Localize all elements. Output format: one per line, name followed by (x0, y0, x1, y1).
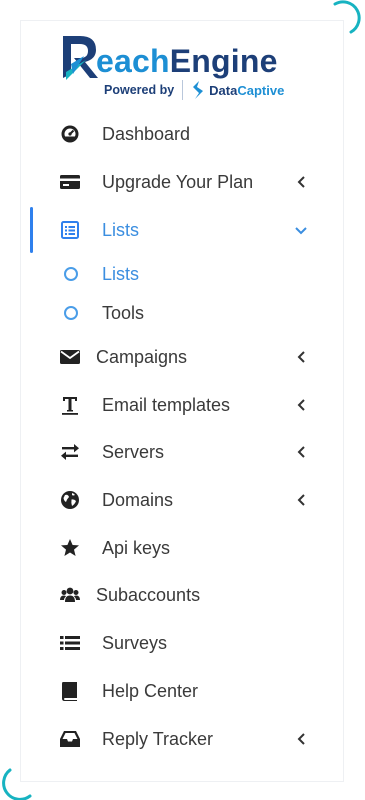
list-icon (60, 633, 80, 653)
chevron-left-icon (297, 399, 305, 411)
users-icon (60, 585, 80, 605)
book-icon (60, 681, 80, 701)
exchange-icon (60, 442, 80, 462)
text-format-icon (60, 395, 80, 415)
reachengine-r-icon (63, 36, 98, 80)
sidebar-item-label: Api keys (102, 537, 171, 558)
circle-icon (64, 306, 78, 320)
sidebar-item-dashboard[interactable]: Dashboard (60, 114, 316, 154)
submenu-item-label: Tools (102, 302, 145, 323)
chevron-left-icon (297, 446, 305, 458)
logo-text-each: each (96, 43, 170, 79)
envelope-icon (60, 347, 80, 367)
app-logo[interactable]: eachEngine Powered by DataCaptive (60, 34, 300, 104)
sidebar-item-label: Email templates (102, 394, 231, 415)
submenu-item-label: Lists (102, 263, 140, 284)
sidebar-item-surveys[interactable]: Surveys (60, 623, 316, 663)
chevron-left-icon (297, 733, 305, 745)
chevron-left-icon (297, 494, 305, 506)
sidebar-item-label: Domains (102, 489, 174, 510)
sidebar-item-label: Dashboard (102, 123, 191, 144)
credit-card-icon (60, 172, 80, 192)
sidebar-item-label: Servers (102, 441, 165, 462)
submenu-item-tools[interactable]: Tools (64, 295, 144, 331)
partner-text-data: Data (209, 82, 238, 98)
inbox-icon (60, 729, 80, 749)
sidebar-item-label: Upgrade Your Plan (102, 171, 254, 192)
submenu-item-lists[interactable]: Lists (64, 256, 139, 292)
list-alt-icon (60, 220, 80, 240)
logo-text-engine: Engine (169, 43, 278, 79)
partner-text-captive: Captive (237, 82, 285, 98)
sidebar-item-label: Help Center (102, 680, 199, 701)
logo-divider (182, 80, 184, 100)
sidebar-item-email-templates[interactable]: Email templates (60, 385, 316, 425)
sidebar-item-campaigns[interactable]: Campaigns (60, 337, 316, 377)
sidebar-item-reply-tracker[interactable]: Reply Tracker (60, 719, 316, 759)
globe-icon (60, 490, 80, 510)
dashboard-gauge-icon (60, 124, 80, 144)
sidebar-item-upgrade-your-plan[interactable]: Upgrade Your Plan (60, 162, 316, 202)
sidebar-item-label: Surveys (102, 632, 168, 653)
sidebar-item-label: Subaccounts (96, 584, 201, 605)
decorative-arc-top-right (333, 0, 361, 34)
decorative-arc-bottom-left (2, 768, 32, 800)
sidebar-item-lists[interactable]: Lists (60, 210, 316, 250)
chevron-left-icon (297, 351, 305, 363)
sidebar-item-help-center[interactable]: Help Center (60, 671, 316, 711)
sidebar-item-label: Campaigns (96, 346, 188, 367)
sidebar-item-servers[interactable]: Servers (60, 432, 316, 472)
powered-by-text: Powered by (104, 83, 175, 97)
chevron-left-icon (297, 176, 305, 188)
datacaptive-icon (193, 81, 204, 99)
sidebar-item-api-keys[interactable]: Api keys (60, 528, 316, 568)
sidebar-item-subaccounts[interactable]: Subaccounts (60, 575, 316, 615)
circle-icon (64, 267, 78, 281)
sidebar-item-label: Lists (102, 219, 140, 240)
chevron-down-icon (295, 227, 307, 235)
star-icon (60, 538, 80, 558)
sidebar-item-label: Reply Tracker (102, 728, 214, 749)
active-indicator (30, 207, 33, 253)
logo-wordmark: eachEngine (60, 34, 278, 80)
sidebar-item-domains[interactable]: Domains (60, 480, 316, 520)
powered-by-line: Powered by DataCaptive (104, 80, 284, 100)
